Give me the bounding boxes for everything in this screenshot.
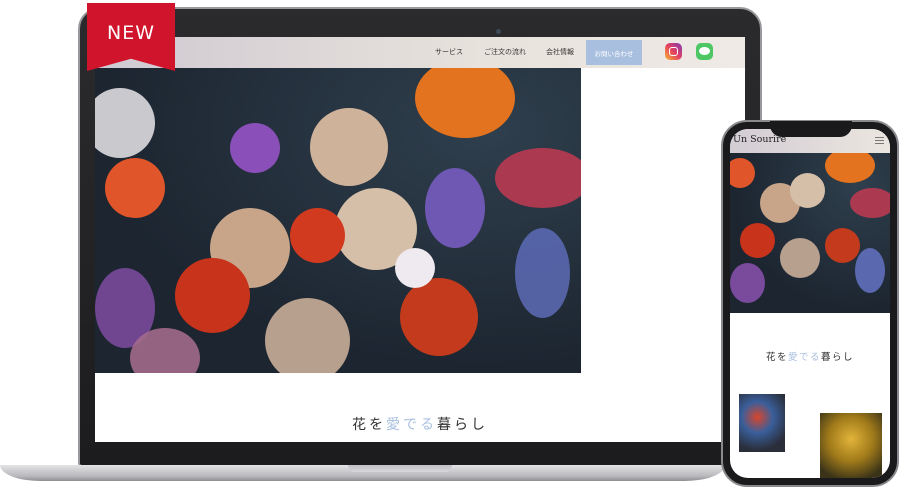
flower-shape xyxy=(730,158,755,188)
flower-shape xyxy=(290,208,345,263)
phone-tagline-part-2: 暮らし xyxy=(821,352,855,363)
flower-shape xyxy=(730,263,765,303)
new-badge-label: NEW xyxy=(106,22,155,44)
flower-shape xyxy=(850,188,890,218)
flower-shape xyxy=(230,123,280,173)
laptop-screen: rire サービス ご注文の流れ 会社情報 お問い合わせ 花を愛でる暮らし xyxy=(95,37,745,442)
flower-shape xyxy=(825,228,860,263)
flower-shape xyxy=(855,248,885,293)
flower-shape xyxy=(105,158,165,218)
tagline: 花を愛でる暮らし xyxy=(95,414,745,434)
flower-shape xyxy=(265,298,350,373)
flower-shape xyxy=(175,258,250,333)
flower-shape xyxy=(95,88,155,158)
line-icon[interactable] xyxy=(696,43,713,60)
flower-shape xyxy=(495,148,581,208)
nav-item-order-flow[interactable]: ご注文の流れ xyxy=(484,47,526,57)
nav-item-service[interactable]: サービス xyxy=(435,47,463,57)
phone-tagline: 花を愛でる暮らし xyxy=(730,349,890,363)
flower-shape xyxy=(425,168,485,248)
flower-shape xyxy=(825,153,875,183)
flower-shape xyxy=(395,248,435,288)
phone-tagline-part-1: 花を xyxy=(765,352,788,363)
flower-shape xyxy=(740,223,775,258)
hero-image xyxy=(95,68,581,373)
flower-shape xyxy=(780,238,820,278)
tagline-part-1: 花を xyxy=(352,417,386,433)
phone-notch xyxy=(770,121,852,137)
flower-shape xyxy=(515,228,570,318)
phone-hero-image xyxy=(730,153,890,313)
contact-button[interactable]: お問い合わせ xyxy=(586,40,642,65)
phone-tagline-accent: 愛でる xyxy=(787,352,821,363)
flower-shape xyxy=(415,68,515,138)
site-header: rire サービス ご注文の流れ 会社情報 お問い合わせ xyxy=(95,37,745,68)
instagram-icon[interactable] xyxy=(665,43,682,60)
hamburger-menu-icon[interactable] xyxy=(875,137,884,144)
flower-shape xyxy=(310,108,388,186)
flower-shape xyxy=(400,278,478,356)
flower-shape xyxy=(790,173,825,208)
tagline-accent: 愛でる xyxy=(386,417,437,433)
nav-item-company[interactable]: 会社情報 xyxy=(546,47,574,57)
laptop-notch xyxy=(348,465,452,472)
phone-screen: Un Sourire 花を愛でる暮らし xyxy=(730,129,890,478)
gallery-thumbnail[interactable] xyxy=(820,413,882,478)
tagline-part-2: 暮らし xyxy=(437,417,488,433)
camera-icon xyxy=(496,29,501,34)
gallery-thumbnail[interactable] xyxy=(739,394,785,452)
